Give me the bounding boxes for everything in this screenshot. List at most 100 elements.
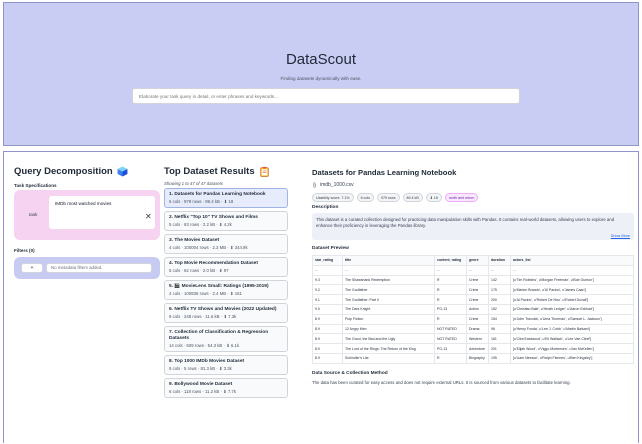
show-more-link[interactable]: Show More [611, 233, 630, 239]
description-label: Description [312, 205, 339, 210]
task-spec-label: Task Specifications [14, 183, 57, 188]
dataset-badges: Usability score: 7.1% 6 cols 979 rows 89… [312, 193, 634, 202]
usability-badge: Usability score: 7.1% [312, 193, 354, 202]
result-title: 3. The Movies Dataset [169, 238, 220, 243]
table-cell: 195 [488, 352, 511, 364]
table-row: 8.9 Pulp Fiction R Crime 154 [u'John Travolta… [312, 313, 634, 325]
table-cell: The Godfather: Part II [342, 294, 435, 305]
table-cell: R [434, 294, 467, 305]
result-card[interactable]: 9. Bollywood Movie Dataset 6 cols · 118 r… [164, 378, 288, 398]
table-row: 9.1 The Godfather: Part II R Crime 200 [u'Al … [312, 294, 634, 305]
result-title: 1. Datasets for Pandas Learning Notebook [169, 192, 266, 197]
table-cell: 142 [488, 274, 511, 286]
result-meta: 9 cols · 5 rows · 81.3 kB · ⬇ 3.3k [169, 366, 232, 371]
result-title: 2. Netflix "Top 10" TV Shows and Films [169, 215, 258, 220]
result-meta: 6 cols · 118 rows · 11.2 kB · ⬇ 7.7k [169, 389, 236, 394]
paperclip-icon [313, 182, 316, 188]
table-cell: Crime [466, 274, 489, 286]
result-meta: 5 cols · 63 rows · 2.2 kB · ⬇ 4.2k [169, 222, 232, 227]
filter-box: + No metadata filters added. [14, 257, 160, 279]
add-filter-button[interactable]: + [21, 263, 43, 273]
result-card[interactable]: 6. Netflix TV Shows and Movies (2022 Upd… [164, 303, 288, 323]
hero-panel: DataScout Finding datasets dynamically w… [3, 2, 639, 146]
table-cell: 175 [488, 284, 511, 296]
rows-badge: 979 rows [376, 193, 400, 202]
table-cell: 8.9 [312, 343, 343, 354]
table-cell: Crime [466, 294, 489, 305]
table-cell: The Dark Knight [342, 303, 435, 315]
result-meta: 4 cols · 100836 rows · 2.4 MB · ⬇ 151 [169, 291, 242, 296]
cols-badge: 6 cols [356, 193, 374, 202]
table-row: 8.9 Schindler's List R Biography 195 [u'Liam … [312, 352, 634, 364]
filters-label: Filters (0) [14, 248, 35, 253]
app-subtitle: Finding datasets dynamically with ease. [280, 76, 362, 81]
preview-table: star_rating title content_rating genre d… [312, 255, 634, 364]
result-meta: 5 cols · 62 rows · 2.0 kB · ⬇ 97 [169, 268, 229, 273]
table-cell: [u'Christian Bale', u'Heath Ledger', u'A… [510, 303, 634, 315]
column-header: actors_list [510, 255, 634, 266]
task-query-input[interactable] [132, 88, 520, 104]
table-cell: 201 [488, 343, 511, 354]
table-cell: Action [466, 303, 489, 315]
result-meta: 9 cols · 248 rows · 11.6 kB · ⬇ 7.3k [169, 314, 237, 319]
query-decomposition-label: Query Decomposition [14, 166, 113, 177]
column-header: content_rating [434, 255, 467, 266]
result-card[interactable]: 4. Top Movie Recommendation Dataset 5 col… [164, 257, 288, 277]
table-row: 9.3 The Shawshank Redemption R Crime 142 [u'T… [312, 274, 634, 286]
table-cell: 8.9 [312, 352, 343, 364]
result-card[interactable]: 2. Netflix "Top 10" TV Shows and Films 5 … [164, 211, 288, 231]
table-cell: 152 [488, 303, 511, 315]
table-cell: The Godfather [342, 284, 435, 296]
results-count: Showing 1 to 47 of 47 datasets [164, 181, 224, 186]
dataset-filename[interactable]: imdb_1000.csv [320, 182, 354, 188]
table-cell: [u'John Travolta', u'Uma Thurman', u'Sam… [510, 313, 634, 325]
results-title: Top Dataset Results [164, 166, 270, 177]
table-cell: 200 [488, 294, 511, 305]
table-cell: ... [312, 264, 343, 276]
column-header: title [342, 255, 435, 266]
downloads-badge: ⬇ 18 [425, 193, 442, 202]
table-cell: Crime [466, 313, 489, 325]
preview-label: Dataset Preview [312, 246, 349, 251]
table-row: 8.9 The Good, the Bad and the Ugly NOT RAT… [312, 333, 634, 345]
task-key-label: task [29, 212, 38, 217]
table-cell: ... [510, 264, 634, 276]
result-card[interactable]: 7. Collection of Classification & Regres… [164, 326, 288, 352]
result-title: 9. Bollywood Movie Dataset [169, 382, 233, 387]
table-cell: The Good, the Bad and the Ugly [342, 333, 435, 345]
table-cell: 9.1 [312, 294, 343, 305]
dataset-detail: Datasets for Pandas Learning Notebook im… [312, 168, 634, 385]
result-card[interactable]: 1. Datasets for Pandas Learning Notebook… [164, 188, 288, 208]
table-cell: [u'Henry Fonda', u'Lee J. Cobb', u'Marti… [510, 323, 634, 335]
table-cell: R [434, 284, 467, 296]
task-value-field[interactable]: IMDb most watched movies [49, 196, 155, 229]
table-cell: The Shawshank Redemption [342, 274, 435, 286]
table-cell: [u'Clint Eastwood', u'Eli Wallach', u'Le… [510, 333, 634, 345]
table-cell: 9.2 [312, 284, 343, 296]
result-card[interactable]: 8. Top 1000 IMDb Movies Dataset 9 cols · … [164, 355, 288, 375]
table-cell: 9.3 [312, 274, 343, 286]
table-cell: 8.9 [312, 333, 343, 345]
close-icon[interactable]: ✕ [145, 213, 152, 221]
table-cell: 9.0 [312, 303, 343, 315]
table-cell: Biography [466, 352, 489, 364]
table-cell: PG-13 [434, 343, 467, 354]
table-header-row: star_rating title content_rating genre d… [312, 255, 634, 266]
table-cell: Western [466, 333, 489, 345]
table-cell: Pulp Fiction [342, 313, 435, 325]
dataset-file: imdb_1000.csv [312, 182, 634, 188]
table-cell: NOT RATED [434, 333, 467, 345]
description-text: This dataset is a curated collection des… [316, 217, 615, 228]
results-title-label: Top Dataset Results [164, 166, 255, 177]
table-row: 8.9 The Lord of the Rings: The Return of … [312, 343, 634, 354]
table-cell: PG-13 [434, 303, 467, 315]
results-list: 1. Datasets for Pandas Learning Notebook… [164, 188, 288, 401]
result-card[interactable]: 3. The Movies Dataset 4 cols · 100004 row… [164, 234, 288, 254]
filter-field[interactable]: No metadata filters added. [46, 263, 152, 273]
result-card[interactable]: 5. 🎬 MovieLens Small: Ratings (1995-2019… [164, 280, 288, 300]
tag-badge[interactable]: north and return [444, 193, 479, 202]
size-badge: 89.4 kB [402, 193, 423, 202]
table-cell: R [434, 313, 467, 325]
app-title: DataScout [285, 51, 357, 68]
table-cell: R [434, 274, 467, 286]
